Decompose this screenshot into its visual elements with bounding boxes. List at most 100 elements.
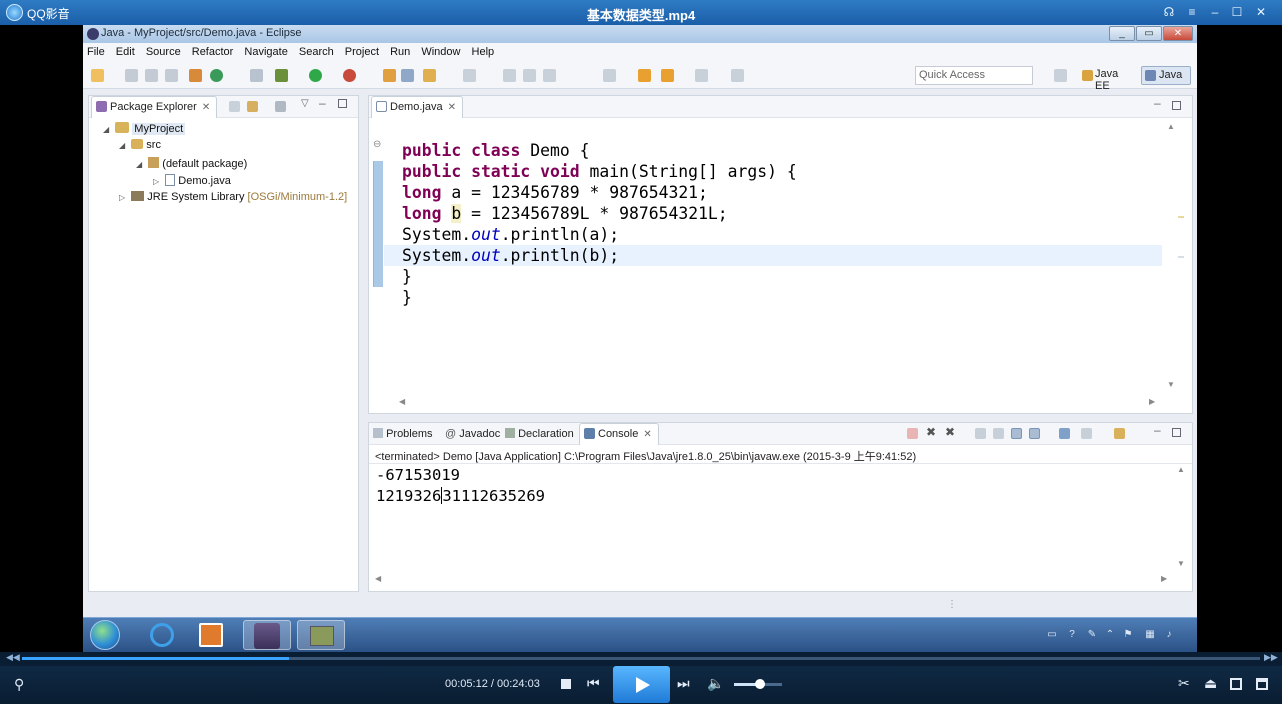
overview-ruler-mark[interactable] [1178,216,1184,218]
refresh-icon[interactable] [210,69,223,82]
close-icon[interactable]: ✕ [643,429,651,440]
forward-nav-icon[interactable] [661,69,674,82]
new-icon[interactable] [91,69,104,82]
settings-icon[interactable]: ≡ [1183,4,1201,20]
screen-mode-icon[interactable] [1230,678,1242,690]
menu-project[interactable]: Project [341,43,383,58]
maximize-view-icon[interactable] [1172,101,1181,110]
back-icon[interactable] [638,69,651,82]
volume-slider[interactable] [734,679,782,689]
overview-ruler-mark[interactable] [1178,256,1184,258]
forward-icon[interactable] [695,69,708,82]
tree-item-src[interactable]: ◢ src [119,139,161,156]
skip-breakpoints-icon[interactable] [250,69,263,82]
terminate-icon[interactable] [907,428,918,439]
keyboard-tray-icon[interactable]: ▭ [1046,629,1058,641]
maximize-view-icon[interactable] [338,99,347,108]
menu-edit[interactable]: Edit [112,43,139,58]
tools-icon[interactable]: ✂ [1178,675,1190,692]
tab-declaration[interactable]: Declaration [505,428,574,440]
expanded-arrow-icon[interactable]: ◢ [119,141,125,150]
taskbar-ie[interactable] [138,620,186,650]
flag-tray-icon[interactable]: ⚑ [1122,629,1134,641]
minimize-icon[interactable]: – [1206,4,1224,20]
editor-vertical-scrollbar[interactable]: ▲ ▼ [1164,122,1178,395]
menu-navigate[interactable]: Navigate [240,43,291,58]
menu-search[interactable]: Search [295,43,338,58]
next-edit-icon[interactable] [603,69,616,82]
play-button[interactable] [613,666,670,703]
tab-package-explorer[interactable]: Package Explorer ✕ [91,96,218,118]
menu-run[interactable]: Run [386,43,414,58]
next-icon[interactable]: ⏭ [677,675,690,692]
speaker-icon[interactable]: 🔈 [707,675,724,692]
focus-task-icon[interactable] [275,101,286,112]
show-on-stderr-icon[interactable] [1029,428,1040,439]
search-icon[interactable] [423,69,436,82]
collapsed-arrow-icon[interactable]: ▷ [119,193,125,202]
code-editor[interactable]: public class Demo { public static void m… [402,140,797,308]
display-console-icon[interactable] [1081,428,1092,439]
view-menu-icon[interactable]: ▽ [301,98,309,109]
seek-bar[interactable] [22,657,1260,660]
build-icon[interactable] [189,69,202,82]
tab-problems[interactable]: Problems [373,428,433,440]
stop-icon[interactable] [561,679,571,689]
tree-item-jre-library[interactable]: ▷ JRE System Library [OSGi/Minimum-1.2] [119,191,347,208]
external-tools-icon[interactable] [343,69,356,82]
previous-icon[interactable]: ⏮ [587,675,600,692]
collapsed-arrow-icon[interactable]: ▷ [153,177,159,186]
collapse-all-icon[interactable] [229,101,240,112]
open-perspective-icon[interactable] [1054,69,1067,82]
help-tray-icon[interactable]: ? [1066,629,1078,641]
tab-javadoc[interactable]: @ Javadoc [445,428,500,440]
console-horizontal-scrollbar[interactable]: ◀ ▶ [375,574,1167,586]
fullscreen-icon[interactable] [1256,678,1268,690]
player-menu-icon[interactable]: ⚲ [14,676,24,693]
menu-file[interactable]: File [83,43,109,58]
menu-source[interactable]: Source [142,43,185,58]
link-with-editor-icon[interactable] [247,101,258,112]
eject-icon[interactable]: ⏏ [1204,675,1217,692]
menu-refactor[interactable]: Refactor [188,43,238,58]
headset-icon[interactable]: ☊ [1160,4,1178,20]
maximize-view-icon[interactable] [1172,428,1181,437]
scroll-lock-icon[interactable] [993,428,1004,439]
close-icon[interactable]: ✕ [1252,4,1270,20]
windows-start-icon[interactable] [90,620,120,650]
save-all-icon[interactable] [145,69,158,82]
volume-tray-icon[interactable]: ♪ [1163,629,1175,641]
window-restore-button[interactable]: ▭ [1136,26,1162,41]
console-vertical-scrollbar[interactable]: ▲ ▼ [1175,465,1187,573]
debug-icon[interactable] [275,69,288,82]
minimize-view-icon[interactable]: – [319,96,326,110]
open-console-icon[interactable] [1114,428,1125,439]
show-on-stdout-icon[interactable] [1011,428,1022,439]
scroll-down-icon[interactable]: ▼ [1167,380,1175,389]
scroll-right-icon[interactable]: ▶ [1149,397,1155,406]
scroll-right-icon[interactable]: ▶ [1161,574,1167,583]
toggle-mark-icon[interactable] [503,69,516,82]
console-output[interactable]: -67153019 121932631112635269 [376,465,545,507]
minimize-view-icon[interactable]: – [1154,423,1161,437]
open-type-icon[interactable] [383,69,396,82]
volume-knob[interactable] [755,679,766,689]
taskbar-eclipse[interactable] [243,620,291,650]
taskbar-console-app[interactable] [297,620,345,650]
open-task-icon[interactable] [401,69,414,82]
print-icon[interactable] [165,69,178,82]
block-selection-icon[interactable] [523,69,536,82]
tray-chevron-icon[interactable]: ⌃ [1104,629,1116,641]
seek-forward-icon[interactable]: ▶▶ [1264,652,1278,663]
network-tray-icon[interactable]: ▦ [1144,629,1156,641]
scroll-left-icon[interactable]: ◀ [399,397,405,406]
expanded-arrow-icon[interactable]: ◢ [136,160,142,169]
taskbar-powerpoint[interactable] [187,620,235,650]
scroll-up-icon[interactable]: ▲ [1167,122,1175,131]
clear-console-icon[interactable] [975,428,986,439]
menu-window[interactable]: Window [417,43,464,58]
menu-help[interactable]: Help [468,43,499,58]
scroll-down-icon[interactable]: ▼ [1177,559,1185,568]
remove-launch-icon[interactable]: ✖ [926,425,936,439]
scroll-up-icon[interactable]: ▲ [1177,465,1185,474]
